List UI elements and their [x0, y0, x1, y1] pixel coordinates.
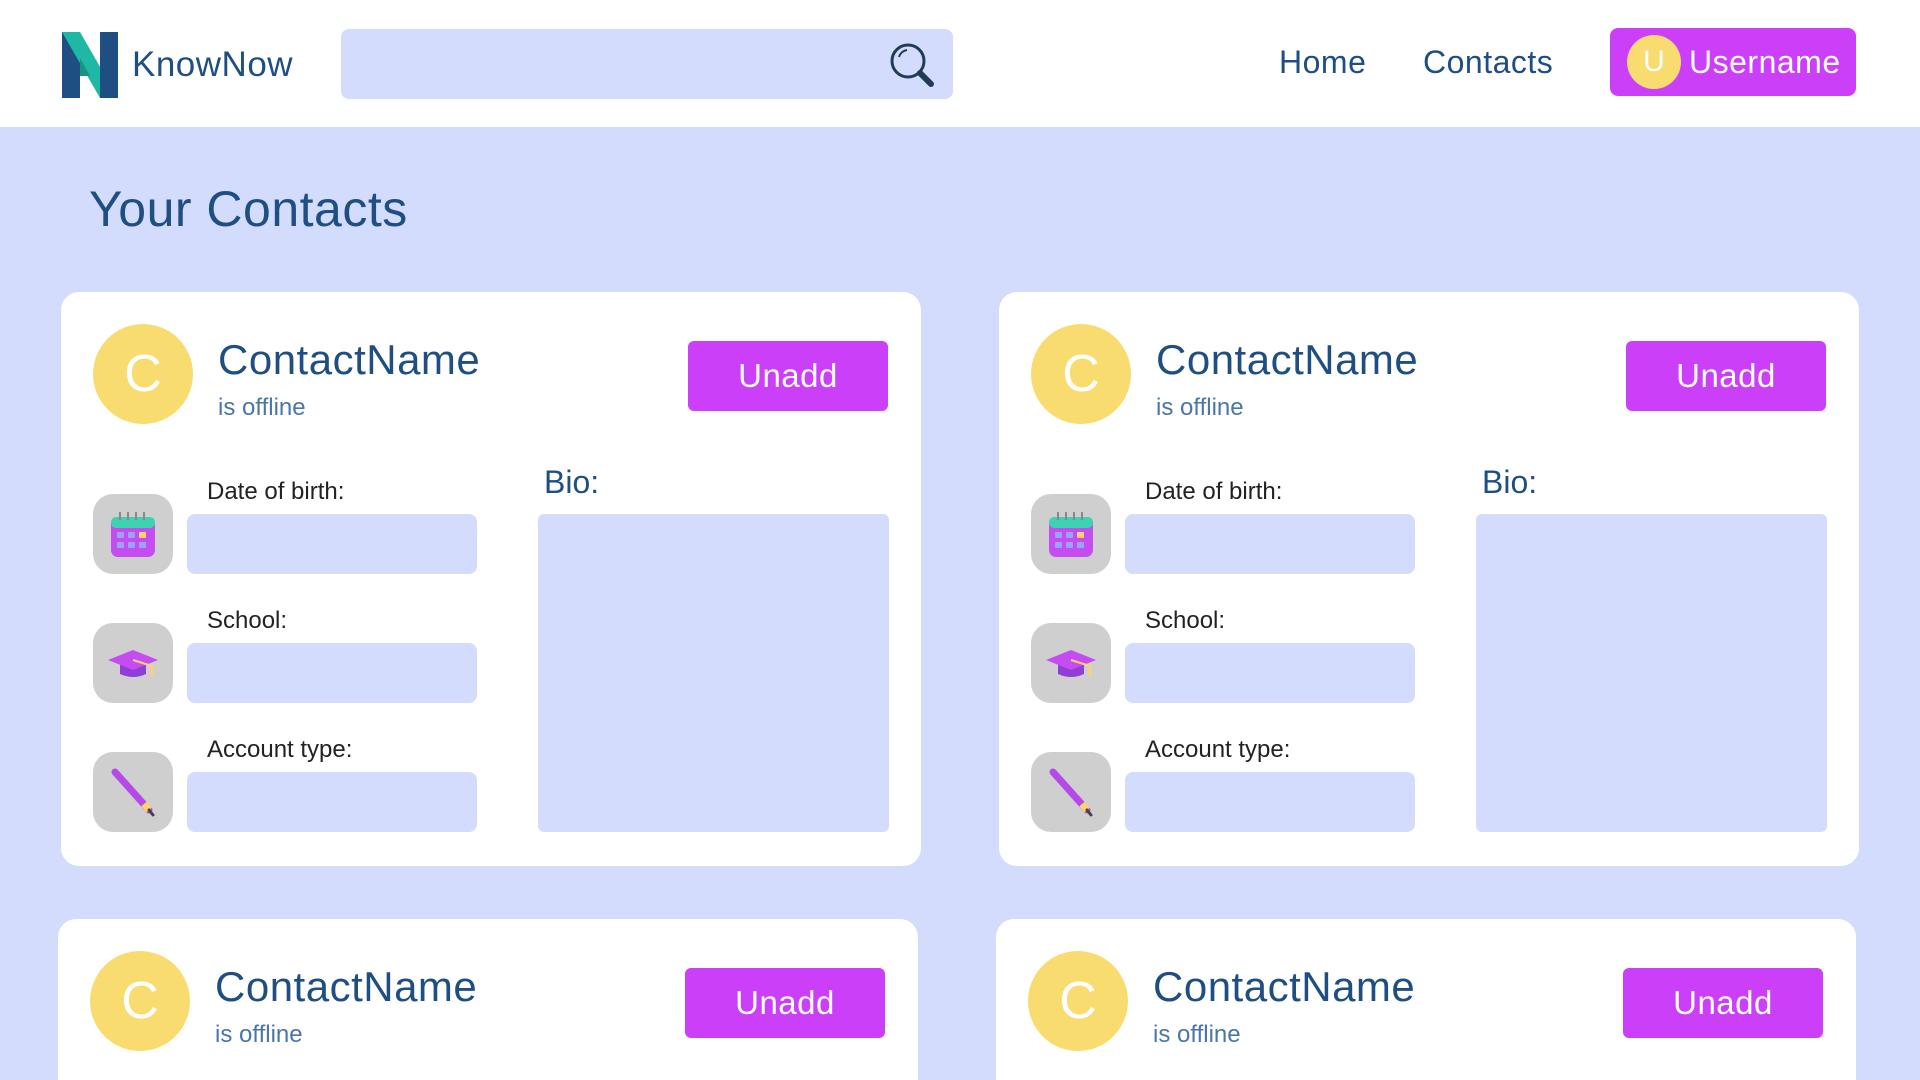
dob-label: Date of birth:	[1145, 478, 1283, 505]
dob-field[interactable]	[187, 514, 477, 574]
search-icon[interactable]	[887, 40, 937, 90]
pencil-icon	[93, 752, 173, 832]
bio-label: Bio:	[544, 464, 600, 500]
school-label: School:	[1145, 607, 1226, 634]
unadd-button[interactable]: Unadd	[1626, 341, 1826, 411]
contact-avatar: C	[93, 324, 193, 424]
page-title: Your Contacts	[89, 181, 408, 237]
contact-avatar: C	[1028, 951, 1128, 1051]
contact-card: C ContactName is offline Unadd Date of b…	[61, 292, 921, 866]
contact-card: C ContactName is offline Unadd Date of b…	[999, 292, 1859, 866]
logo[interactable]: KnowNow	[60, 28, 293, 102]
nav-home-link[interactable]: Home	[1279, 44, 1366, 81]
contact-avatar: C	[90, 951, 190, 1051]
bio-field[interactable]	[538, 514, 889, 832]
account-type-label: Account type:	[207, 736, 353, 763]
bio-field[interactable]	[1476, 514, 1827, 832]
username-label: Username	[1689, 43, 1841, 80]
pencil-icon	[1031, 752, 1111, 832]
contact-card: C ContactName is offline Unadd	[58, 919, 918, 1080]
dob-field[interactable]	[1125, 514, 1415, 574]
top-bar: KnowNow Home Contacts U Username	[0, 0, 1920, 127]
school-field[interactable]	[187, 643, 477, 703]
contact-status: is offline	[218, 394, 306, 421]
search-bar	[341, 29, 953, 99]
account-type-label: Account type:	[1145, 736, 1291, 763]
contact-name: ContactName	[218, 336, 481, 383]
account-type-field[interactable]	[187, 772, 477, 832]
contact-name: ContactName	[1156, 336, 1419, 383]
account-type-field[interactable]	[1125, 772, 1415, 832]
contact-name: ContactName	[215, 963, 478, 1010]
contact-name: ContactName	[1153, 963, 1416, 1010]
nav-contacts-link[interactable]: Contacts	[1423, 44, 1553, 81]
contact-status: is offline	[1153, 1021, 1241, 1048]
calendar-icon	[1031, 494, 1111, 574]
contact-status: is offline	[1156, 394, 1244, 421]
graduation-cap-icon	[1031, 623, 1111, 703]
contact-card: C ContactName is offline Unadd	[996, 919, 1856, 1080]
user-avatar: U	[1627, 35, 1681, 89]
contact-avatar: C	[1031, 324, 1131, 424]
bio-label: Bio:	[1482, 464, 1538, 500]
unadd-button[interactable]: Unadd	[685, 968, 885, 1038]
contact-status: is offline	[215, 1021, 303, 1048]
unadd-button[interactable]: Unadd	[688, 341, 888, 411]
brand-name: KnowNow	[132, 45, 294, 84]
search-input[interactable]	[341, 29, 881, 99]
dob-label: Date of birth:	[207, 478, 345, 505]
school-label: School:	[207, 607, 288, 634]
unadd-button[interactable]: Unadd	[1623, 968, 1823, 1038]
user-menu-button[interactable]: U Username	[1610, 28, 1856, 96]
graduation-cap-icon	[93, 623, 173, 703]
calendar-icon	[93, 494, 173, 574]
school-field[interactable]	[1125, 643, 1415, 703]
knownow-logo-icon	[62, 32, 118, 98]
